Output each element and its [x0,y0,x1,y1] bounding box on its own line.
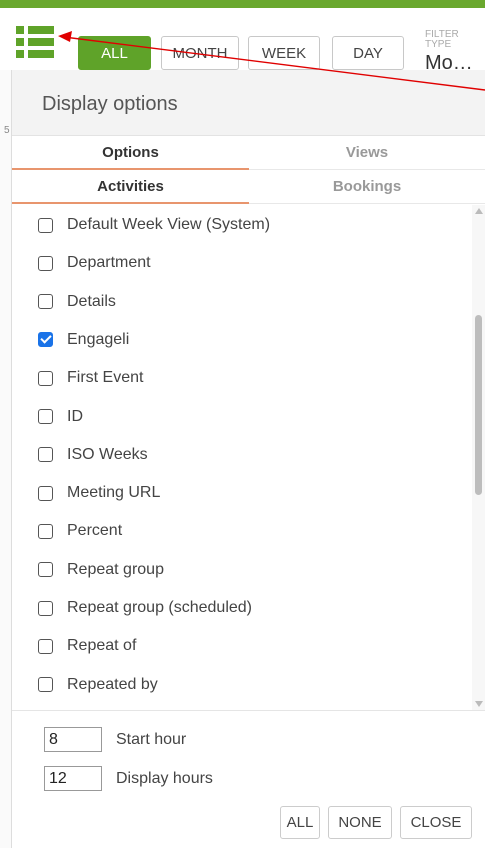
checkbox-unchecked[interactable] [38,217,53,233]
list-item[interactable]: Repeat group (scheduled) [38,596,252,620]
checkbox-unchecked[interactable] [38,562,53,578]
checkbox-unchecked[interactable] [38,600,53,616]
list-item-label: Engageli [67,330,130,348]
scroll-down-arrow-icon[interactable] [475,701,483,707]
select-all-button[interactable]: ALL [280,806,320,839]
list-item-label: ID [67,407,83,425]
list-item-label: Default Week View (System) [67,216,271,233]
list-item-label: Percent [67,522,123,540]
tab-views[interactable]: Views [249,136,485,170]
checkbox-unchecked[interactable] [38,409,53,424]
calendar-toolbar: ALL MONTH WEEK DAY FILTER TYPE Mo… [0,8,485,74]
list-item[interactable]: ISO Weeks [38,443,148,467]
panel-footer: Start hour Display hours ALL NONE CLOSE [12,710,485,848]
top-accent-strip [0,0,485,8]
list-item-label: Repeat group (scheduled) [67,599,253,616]
list-scrollbar[interactable] [472,205,485,710]
filter-type-label: FILTER TYPE [425,29,459,50]
field-checkbox-list: Default Week View (System) Department Deta… [12,205,485,710]
checkbox-unchecked[interactable] [38,638,53,654]
checkbox-checked[interactable] [38,332,53,348]
checkbox-unchecked[interactable] [38,447,53,463]
display-hours-input[interactable] [44,766,102,791]
list-item[interactable]: Department [38,251,151,275]
list-item-label: Details [67,292,116,310]
start-hour-input[interactable] [44,727,102,752]
checkbox-unchecked[interactable] [38,255,53,271]
tab-options[interactable]: Options [12,136,249,170]
list-item-label: Meeting URL [67,484,161,502]
checkbox-unchecked[interactable] [38,294,53,310]
list-item[interactable]: First Event [38,366,143,390]
checkbox-unchecked[interactable] [38,677,53,693]
tabs-row-secondary: Activities Bookings [12,170,485,204]
list-item[interactable]: Percent [38,519,122,543]
display-options-panel: Display options Options Views Activities… [12,70,485,848]
tab-activities[interactable]: Activities [12,170,249,204]
list-item[interactable]: ID [38,405,83,429]
list-item-label: Repeat of [67,637,137,655]
tabs-row-primary: Options Views [12,136,485,170]
select-none-button[interactable]: NONE [328,806,392,839]
list-item[interactable]: Repeated by [38,673,158,697]
week-view-button[interactable]: WEEK [248,36,320,70]
checkbox-unchecked[interactable] [38,370,53,386]
background-mark: 5 [4,125,10,136]
list-item[interactable]: Details [38,290,116,314]
all-view-button[interactable]: ALL [78,36,151,70]
list-item-label: ISO Weeks [67,445,148,463]
list-item[interactable]: Meeting URL [38,481,160,505]
start-hour-label: Start hour [116,731,187,748]
list-item[interactable]: Repeat of [38,634,136,658]
list-item-label: Repeated by [67,675,158,693]
list-item-label: Repeat group [67,560,164,578]
day-view-button[interactable]: DAY [332,36,404,70]
tab-bookings[interactable]: Bookings [249,170,485,204]
scroll-up-arrow-icon[interactable] [475,208,483,214]
list-item-label: Department [67,254,151,272]
list-item[interactable]: Engageli [38,328,129,352]
background-calendar-edge: 5 [0,70,12,848]
close-button[interactable]: CLOSE [400,806,472,839]
list-item[interactable]: Repeat group [38,558,164,582]
checkbox-unchecked[interactable] [38,485,53,501]
checkbox-unchecked[interactable] [38,523,53,539]
scroll-thumb[interactable] [475,315,482,495]
list-item-label: First Event [67,369,144,387]
display-hours-label: Display hours [116,770,213,787]
list-item[interactable]: Default Week View (System) [38,213,270,237]
month-view-button[interactable]: MONTH [161,36,239,70]
panel-title: Display options [12,70,485,136]
display-options-menu-icon[interactable] [12,26,58,72]
